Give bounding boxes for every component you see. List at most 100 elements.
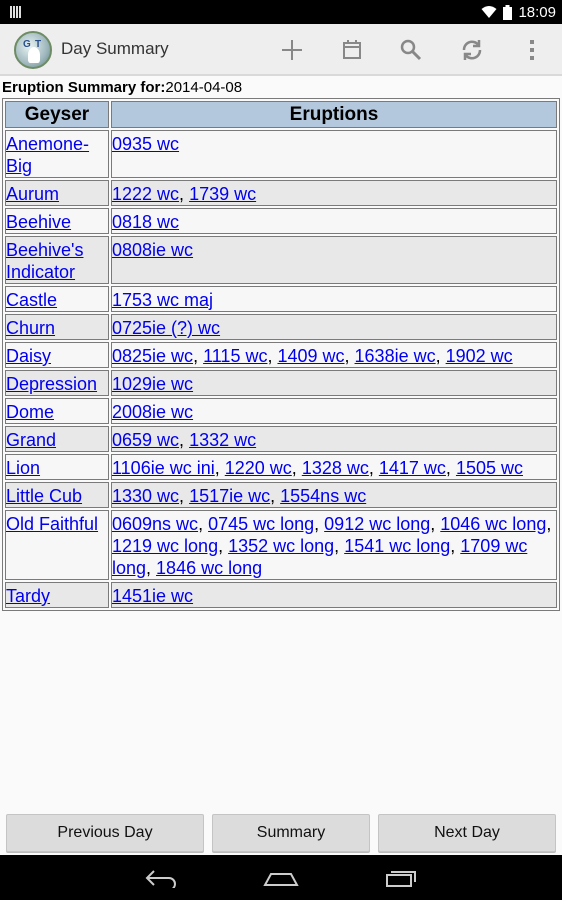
geyser-link[interactable]: Dome xyxy=(6,402,54,422)
table-row: Lion 1106ie wc ini, 1220 wc, 1328 wc, 141… xyxy=(5,454,557,480)
eruption-link[interactable]: 2008ie wc xyxy=(112,402,193,422)
eruption-link[interactable]: 0818 wc xyxy=(112,212,179,232)
eruption-link[interactable]: 1115 wc xyxy=(203,346,267,366)
overflow-menu-icon xyxy=(530,40,534,60)
add-button[interactable] xyxy=(274,32,310,68)
eruption-link[interactable]: 1505 wc xyxy=(456,458,523,478)
bottom-button-bar: Previous Day Summary Next Day xyxy=(0,812,562,854)
eruption-link[interactable]: 1106ie wc ini xyxy=(112,458,215,478)
refresh-button[interactable] xyxy=(454,32,490,68)
recent-apps-icon xyxy=(386,871,416,887)
eruption-table: Geyser Eruptions Anemone-Big 0935 wc Aurum… xyxy=(2,98,560,611)
recent-apps-button[interactable] xyxy=(381,863,421,893)
previous-day-button[interactable]: Previous Day xyxy=(6,814,204,852)
back-button[interactable] xyxy=(141,863,181,893)
geyser-cell: Grand xyxy=(5,426,109,452)
overflow-menu-button[interactable] xyxy=(514,32,550,68)
eruptions-cell: 1753 wc maj xyxy=(111,286,557,312)
geyser-cell: Lion xyxy=(5,454,109,480)
eruption-link[interactable]: 1417 wc xyxy=(379,458,446,478)
eruptions-cell: 0808ie wc xyxy=(111,236,557,284)
notification-icon xyxy=(10,6,22,18)
geyser-link[interactable]: Lion xyxy=(6,458,40,478)
geyser-cell: Depression xyxy=(5,370,109,396)
eruption-link[interactable]: 1541 wc long xyxy=(344,536,450,556)
geyser-cell: Daisy xyxy=(5,342,109,368)
geyser-cell: Beehive's Indicator xyxy=(5,236,109,284)
eruption-link[interactable]: 0725ie (?) wc xyxy=(112,318,220,338)
eruptions-cell: 1451ie wc xyxy=(111,582,557,608)
eruptions-cell: 2008ie wc xyxy=(111,398,557,424)
geyser-link[interactable]: Beehive xyxy=(6,212,71,232)
eruption-link[interactable]: 1739 wc xyxy=(189,184,256,204)
table-row: Anemone-Big 0935 wc xyxy=(5,130,557,178)
eruptions-cell: 0825ie wc, 1115 wc, 1409 wc, 1638ie wc, … xyxy=(111,342,557,368)
geyser-cell: Castle xyxy=(5,286,109,312)
eruptions-cell: 0659 wc, 1332 wc xyxy=(111,426,557,452)
table-row: Daisy 0825ie wc, 1115 wc, 1409 wc, 1638ie… xyxy=(5,342,557,368)
eruption-link[interactable]: 0659 wc xyxy=(112,430,179,450)
eruption-link[interactable]: 1220 wc xyxy=(225,458,292,478)
eruptions-cell: 1222 wc, 1739 wc xyxy=(111,180,557,206)
eruption-link[interactable]: 1409 wc xyxy=(277,346,344,366)
search-icon xyxy=(400,39,422,61)
geyser-link[interactable]: Castle xyxy=(6,290,57,310)
calendar-button[interactable] xyxy=(334,32,370,68)
eruption-link[interactable]: 1046 wc long xyxy=(440,514,546,534)
table-row: Tardy 1451ie wc xyxy=(5,582,557,608)
geyser-cell: Little Cub xyxy=(5,482,109,508)
eruption-link[interactable]: 0808ie wc xyxy=(112,240,193,260)
geyser-link[interactable]: Aurum xyxy=(6,184,59,204)
geyser-link[interactable]: Daisy xyxy=(6,346,51,366)
eruption-link[interactable]: 1753 wc maj xyxy=(112,290,213,310)
eruptions-cell: 0935 wc xyxy=(111,130,557,178)
battery-icon xyxy=(503,4,513,20)
eruption-link[interactable]: 0745 wc long xyxy=(208,514,314,534)
geyser-link[interactable]: Tardy xyxy=(6,586,50,606)
table-row: Aurum 1222 wc, 1739 wc xyxy=(5,180,557,206)
eruptions-cell: 0725ie (?) wc xyxy=(111,314,557,340)
eruption-link[interactable]: 0825ie wc xyxy=(112,346,193,366)
header-geyser: Geyser xyxy=(5,101,109,128)
geyser-cell: Beehive xyxy=(5,208,109,234)
eruption-link[interactable]: 1352 wc long xyxy=(228,536,334,556)
eruption-link[interactable]: 1638ie wc xyxy=(355,346,436,366)
eruption-link[interactable]: 1029ie wc xyxy=(112,374,193,394)
table-row: Churn 0725ie (?) wc xyxy=(5,314,557,340)
geyser-link[interactable]: Grand xyxy=(6,430,56,450)
eruption-link[interactable]: 0935 wc xyxy=(112,134,179,154)
eruption-link[interactable]: 1902 wc xyxy=(446,346,513,366)
geyser-link[interactable]: Little Cub xyxy=(6,486,82,506)
eruption-link[interactable]: 1332 wc xyxy=(189,430,256,450)
eruption-link[interactable]: 1451ie wc xyxy=(112,586,193,606)
eruption-link[interactable]: 1846 wc long xyxy=(156,558,262,578)
eruption-link[interactable]: 0609ns wc xyxy=(112,514,198,534)
header-eruptions: Eruptions xyxy=(111,101,557,128)
eruption-link[interactable]: 1330 wc xyxy=(112,486,179,506)
geyser-link[interactable]: Anemone-Big xyxy=(6,134,89,176)
geyser-link[interactable]: Old Faithful xyxy=(6,514,98,534)
eruption-link[interactable]: 1554ns wc xyxy=(280,486,366,506)
search-button[interactable] xyxy=(393,32,429,68)
geyser-link[interactable]: Churn xyxy=(6,318,55,338)
app-logo[interactable]: G T xyxy=(14,31,52,69)
table-row: Dome 2008ie wc xyxy=(5,398,557,424)
eruption-link[interactable]: 1219 wc long xyxy=(112,536,218,556)
eruption-link[interactable]: 1328 wc xyxy=(302,458,369,478)
geyser-cell: Anemone-Big xyxy=(5,130,109,178)
plus-icon xyxy=(282,40,302,60)
eruption-link[interactable]: 0912 wc long xyxy=(324,514,430,534)
geyser-cell: Aurum xyxy=(5,180,109,206)
home-button[interactable] xyxy=(261,863,301,893)
eruptions-cell: 1330 wc, 1517ie wc, 1554ns wc xyxy=(111,482,557,508)
page-title: Day Summary xyxy=(61,39,169,58)
table-row: Castle 1753 wc maj xyxy=(5,286,557,312)
table-row: Beehive 0818 wc xyxy=(5,208,557,234)
next-day-button[interactable]: Next Day xyxy=(378,814,556,852)
geyser-link[interactable]: Beehive's Indicator xyxy=(6,240,83,282)
geyser-link[interactable]: Depression xyxy=(6,374,97,394)
eruption-link[interactable]: 1222 wc xyxy=(112,184,179,204)
eruption-link[interactable]: 1517ie wc xyxy=(189,486,270,506)
summary-button[interactable]: Summary xyxy=(212,814,370,852)
calendar-icon xyxy=(343,40,361,59)
